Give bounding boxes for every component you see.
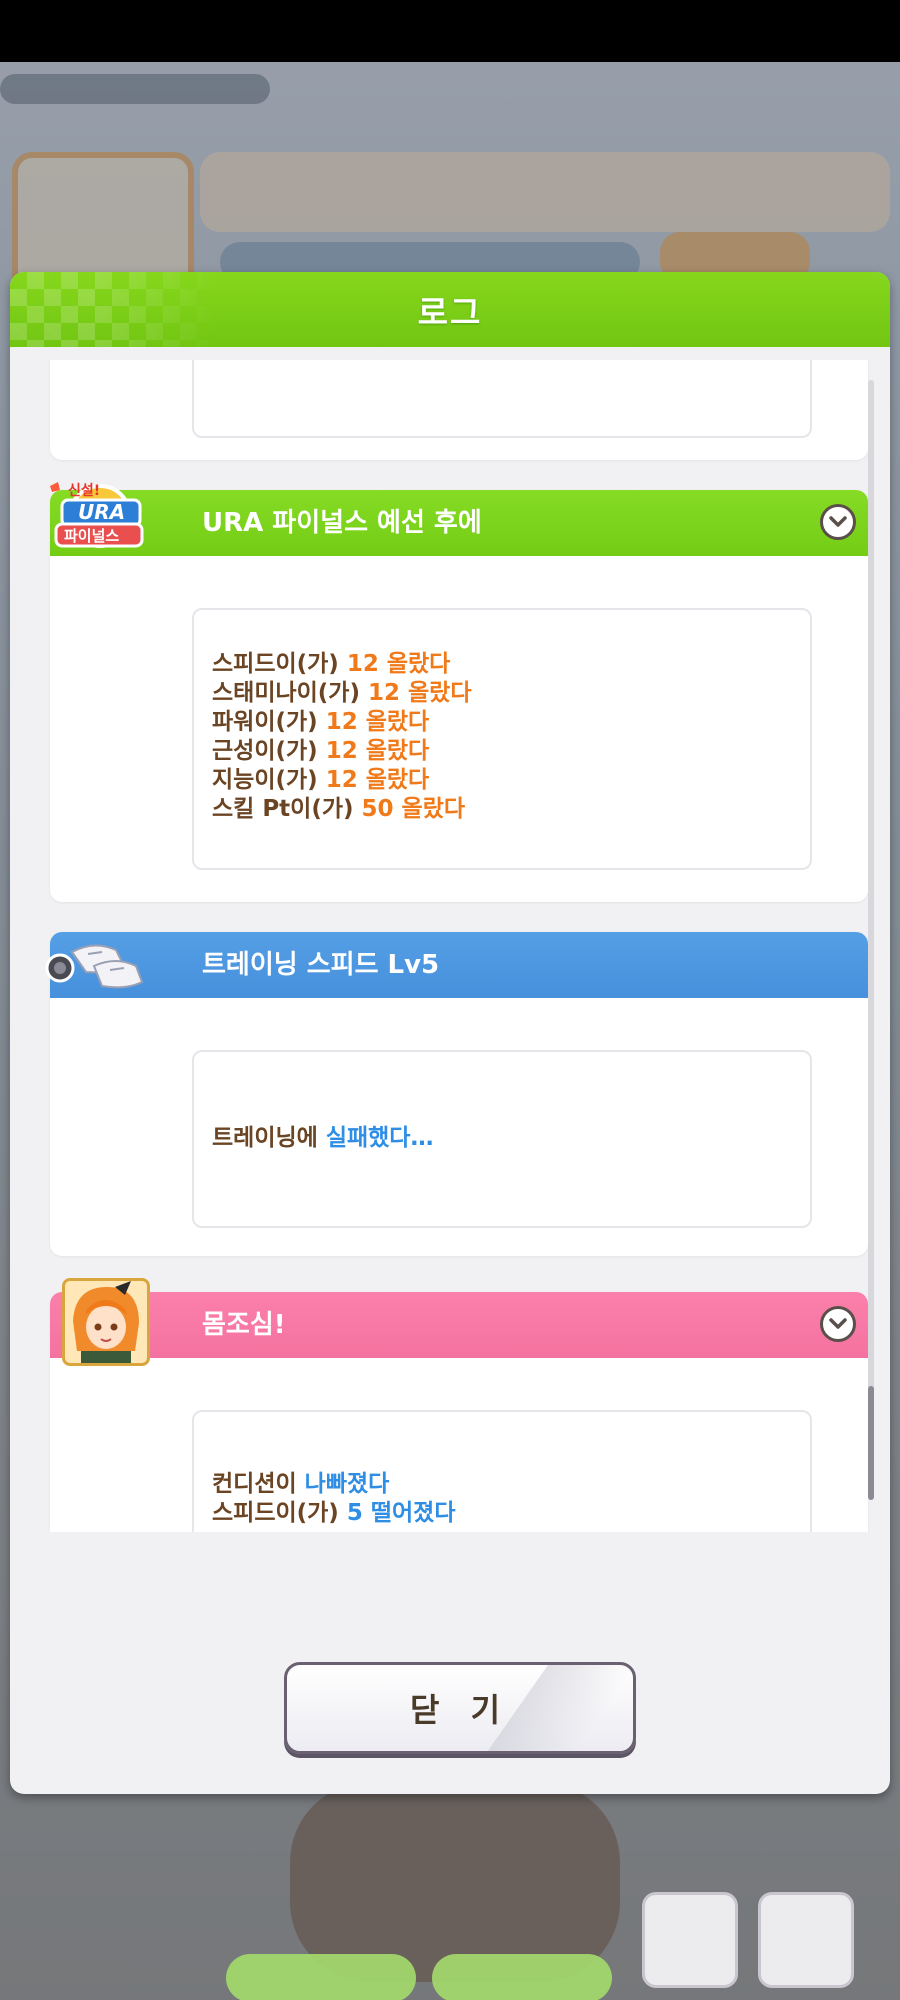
stat-change: 12 올랐다 [346,651,451,677]
log-entry-body: 컨디션이 나빠졌다 스피드이(가) 5 떨어졌다 [192,1410,812,1532]
log-entry-body: 스피드이(가) 12 올랐다 스태미나이(가) 12 올랐다 파워이(가) 12… [192,608,812,870]
bg-menu-button [758,1892,854,1988]
ura-icon-badge: 신설! [68,483,101,499]
character-avatar [62,1278,150,1366]
stat-change: 5 떨어졌다 [346,1500,456,1526]
bg-log-button [642,1892,738,1988]
stat-change: 12 올랐다 [325,738,430,764]
stat-label: 파워이(가) [212,709,318,735]
log-lines: 컨디션이 나빠졌다 스피드이(가) 5 떨어졌다 [212,1470,456,1528]
ura-icon-subtitle: 파이널스 [64,527,120,545]
log-entry-body [192,360,812,438]
log-entry-title: 몸조심! [202,1310,286,1340]
chevron-down-icon[interactable] [820,504,856,540]
stat-change: 12 올랐다 [325,767,430,793]
scrollbar[interactable] [868,380,874,1500]
stat-label: 스킬 Pt이(가) [212,796,354,822]
close-button[interactable]: 닫 기 [284,1662,636,1754]
scrollbar-thumb[interactable] [868,1386,874,1500]
log-line: 스피드이(가) 12 올랐다 [212,650,810,679]
ura-finals-icon: 신설! URA 파이널스 [42,478,148,558]
bg-auto-pill [432,1954,612,2000]
log-line: 컨디션이 나빠졌다 [212,1470,456,1499]
stat-label: 지능이(가) [212,767,318,793]
log-entry-header[interactable]: 몸조심! [50,1292,868,1358]
log-entry-header[interactable]: URA 파이널스 예선 후에 [50,490,868,556]
stat-label: 근성이(가) [212,738,318,764]
ura-icon-title: URA [78,500,126,524]
bg-skip-pill [226,1954,416,2000]
log-line: 트레이닝에 실패했다… [212,1124,433,1153]
log-entry-title: 트레이닝 스피드 Lv5 [202,950,440,980]
dialog-header: 로그 [10,272,890,347]
dialog-title: 로그 [417,292,483,332]
log-line: 스피드이(가) 5 떨어졌다 [212,1499,456,1528]
log-dialog: 로그 URA 파이널스 예선 후에 신설! URA 파이널스 스피드이(가) 1… [10,272,890,1794]
log-line: 파워이(가) 12 올랐다 [212,708,810,737]
log-label: 컨디션이 [212,1471,297,1497]
log-line: 스킬 Pt이(가) 50 올랐다 [212,795,810,824]
log-line: 근성이(가) 12 올랐다 [212,737,810,766]
stat-change: 12 올랐다 [368,680,472,706]
stat-label: 스피드이(가) [212,651,339,677]
stat-change: 12 올랐다 [325,709,430,735]
log-list[interactable]: URA 파이널스 예선 후에 신설! URA 파이널스 스피드이(가) 12 올… [20,360,880,1532]
log-line: 스태미나이(가) 12 올랐다 [212,679,810,708]
close-button-label: 닫 기 [409,1691,511,1729]
log-line: 지능이(가) 12 올랐다 [212,766,810,795]
chevron-down-icon[interactable] [820,1306,856,1342]
log-result: 실패했다… [325,1125,434,1151]
log-entry-previous [50,360,868,460]
log-entry-body: 트레이닝에 실패했다… [192,1050,812,1228]
stat-label: 스피드이(가) [212,1500,339,1526]
training-shoes-icon [42,932,148,998]
stat-change: 50 올랐다 [361,796,466,822]
log-label: 트레이닝에 [212,1125,318,1151]
log-entry-header: 트레이닝 스피드 Lv5 [50,932,868,998]
log-result: 나빠졌다 [304,1471,390,1497]
header-pattern [10,272,220,347]
stat-label: 스태미나이(가) [212,680,360,706]
status-bar [0,0,900,62]
log-entry-title: URA 파이널스 예선 후에 [202,508,482,538]
